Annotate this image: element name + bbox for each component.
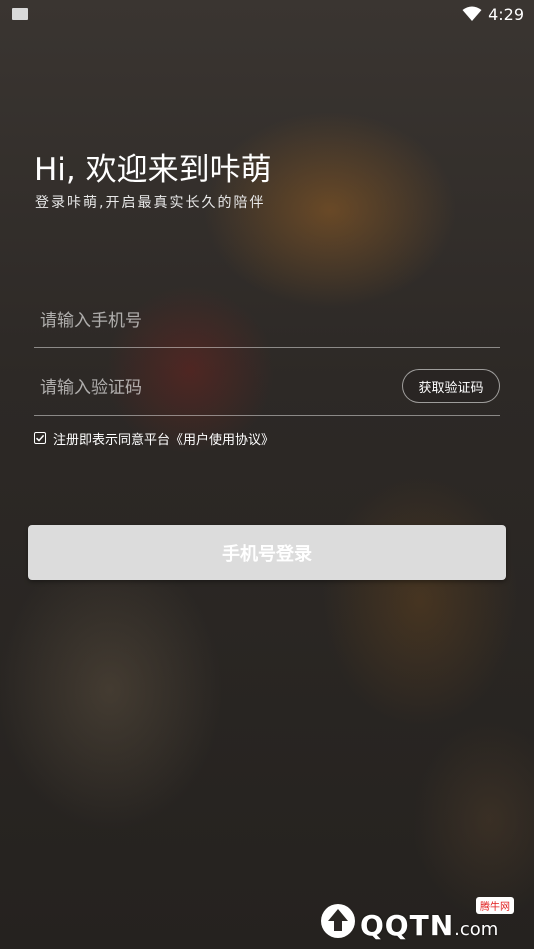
phone-input[interactable] bbox=[40, 307, 380, 335]
get-code-button[interactable]: 获取验证码 bbox=[402, 369, 500, 403]
check-mark-icon bbox=[35, 434, 45, 442]
agreement-checkbox[interactable] bbox=[34, 432, 46, 444]
agreement-row: 注册即表示同意平台《用户使用协议》 bbox=[34, 429, 274, 448]
status-bar: 4:29 bbox=[0, 0, 534, 28]
status-time: 4:29 bbox=[488, 5, 524, 24]
watermark-brand: QQTN bbox=[360, 909, 455, 942]
watermark-domain: .com bbox=[454, 919, 499, 940]
phone-field bbox=[34, 295, 500, 348]
verification-code-input[interactable] bbox=[40, 374, 380, 402]
page-title: Hi, 欢迎来到咔萌 bbox=[34, 152, 272, 188]
watermark-badge: 腾牛网 bbox=[476, 897, 514, 914]
wifi-icon bbox=[462, 6, 482, 21]
page-subtitle: 登录咔萌,开启最真实长久的陪伴 bbox=[35, 195, 266, 211]
agreement-text[interactable]: 注册即表示同意平台《用户使用协议》 bbox=[53, 429, 274, 448]
phone-login-button[interactable]: 手机号登录 bbox=[28, 525, 506, 580]
notification-icon bbox=[12, 8, 28, 20]
background-image bbox=[0, 0, 534, 949]
watermark: QQTN.com 腾牛网 bbox=[314, 897, 524, 942]
code-field: 获取验证码 bbox=[34, 362, 500, 416]
